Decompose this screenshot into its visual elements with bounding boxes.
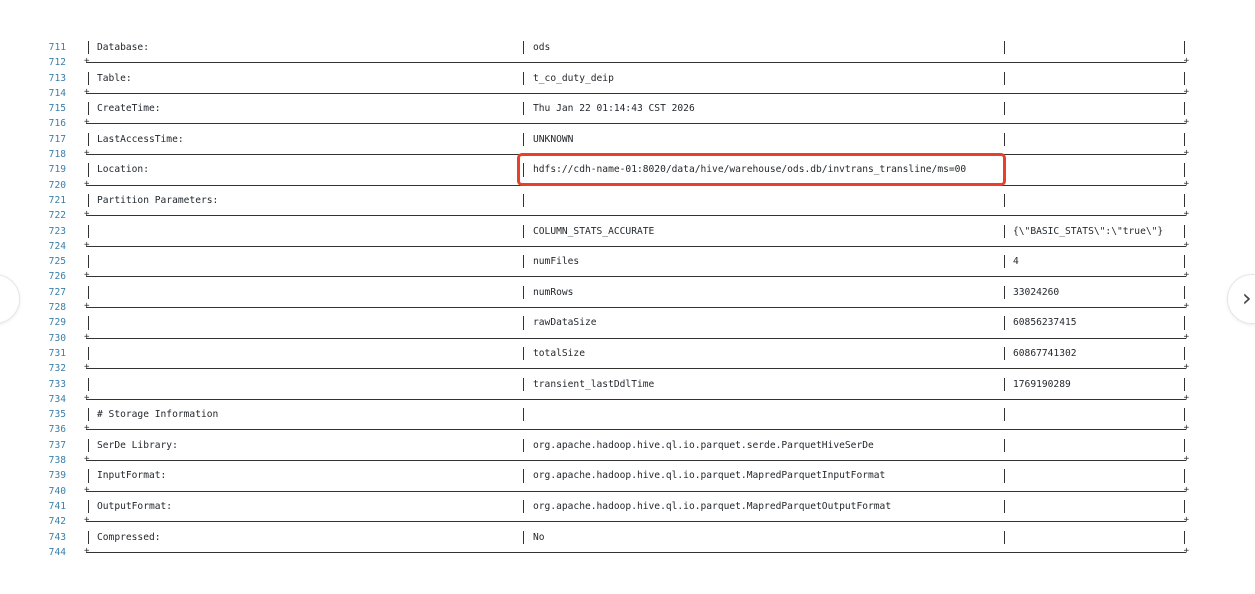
separator-row: 734 xyxy=(0,391,1255,407)
table-row: 731 totalSize 60867741302 xyxy=(0,346,1255,361)
line-number: 741 xyxy=(48,500,66,512)
row-extra: 60867741302 xyxy=(1013,347,1077,359)
table-row: 733 transient_lastDdlTime 1769190289 xyxy=(0,377,1255,392)
separator-row: 722 xyxy=(0,207,1255,223)
chevron-right-icon: › xyxy=(1242,284,1252,312)
row-key: SerDe Library: xyxy=(97,439,178,451)
row-key: Table: xyxy=(97,72,132,84)
table-row: 717 LastAccessTime: UNKNOWN xyxy=(0,132,1255,147)
row-key: CreateTime: xyxy=(97,103,161,115)
row-value: ods xyxy=(533,42,551,53)
row-value: t_co_duty_deip xyxy=(533,72,614,84)
row-value: rawDataSize xyxy=(533,317,597,329)
line-number: 735 xyxy=(48,409,66,421)
separator-row: 728 xyxy=(0,299,1255,315)
separator-row: 718 xyxy=(0,146,1255,162)
line-number: 739 xyxy=(48,470,66,482)
row-value: org.apache.hadoop.hive.ql.io.parquet.Map… xyxy=(533,470,886,482)
row-value: org.apache.hadoop.hive.ql.io.parquet.ser… xyxy=(533,439,874,451)
line-number: 715 xyxy=(48,103,66,115)
line-number: 724 xyxy=(48,240,66,252)
table-row: 737 SerDe Library: org.apache.hadoop.hive.… xyxy=(0,438,1255,453)
table-row: 721 Partition Parameters: xyxy=(0,193,1255,208)
line-number: 722 xyxy=(48,210,66,222)
separator-row: 730 xyxy=(0,330,1255,346)
row-value: transient_lastDdlTime xyxy=(533,378,655,390)
line-number: 714 xyxy=(48,87,66,99)
row-value: No xyxy=(533,531,545,543)
row-key: Database: xyxy=(97,42,149,53)
row-value: org.apache.hadoop.hive.ql.io.parquet.Map… xyxy=(533,500,892,512)
line-number: 720 xyxy=(48,179,66,191)
line-number: 711 xyxy=(48,42,66,53)
line-number: 737 xyxy=(48,439,66,451)
separator-row: 742 xyxy=(0,513,1255,529)
line-number: 733 xyxy=(48,378,66,390)
separator-row: 738 xyxy=(0,452,1255,468)
row-key: LastAccessTime: xyxy=(97,133,184,145)
table-row: 715 CreateTime: Thu Jan 22 01:14:43 CST 20… xyxy=(0,101,1255,116)
row-extra: {\"BASIC_STATS\":\"true\"} xyxy=(1013,225,1164,237)
line-number: 744 xyxy=(48,546,66,558)
row-key: # Storage Information xyxy=(97,409,219,421)
table-row: 719 Location: hdfs://cdh-name-01:8020/data… xyxy=(0,162,1255,177)
line-number: 713 xyxy=(48,72,66,84)
code-block: 711 Database: ods 712 713 Table: t_co_duty_d… xyxy=(0,40,1255,560)
table-row: 735 # Storage Information xyxy=(0,407,1255,422)
separator-row: 744 xyxy=(0,544,1255,560)
table-row: 711 Database: ods xyxy=(0,40,1255,55)
separator-row: 716 xyxy=(0,115,1255,131)
separator-row: 732 xyxy=(0,360,1255,376)
row-key: OutputFormat: xyxy=(97,500,173,512)
line-number: 716 xyxy=(48,118,66,130)
row-key: Partition Parameters: xyxy=(97,194,219,206)
line-number: 718 xyxy=(48,149,66,161)
line-number: 734 xyxy=(48,393,66,405)
line-number: 721 xyxy=(48,194,66,206)
line-number: 740 xyxy=(48,485,66,497)
line-number: 731 xyxy=(48,347,66,359)
row-value: Thu Jan 22 01:14:43 CST 2026 xyxy=(533,103,695,115)
row-value: UNKNOWN xyxy=(533,133,574,145)
table-row: 723 COLUMN_STATS_ACCURATE {\"BASIC_STATS\"… xyxy=(0,224,1255,239)
row-key: Location: xyxy=(97,164,149,176)
location-value: hdfs://cdh-name-01:8020/data/hive/wareho… xyxy=(533,164,967,176)
line-number: 725 xyxy=(48,256,66,268)
line-number: 732 xyxy=(48,363,66,375)
row-extra: 33024260 xyxy=(1013,286,1060,298)
separator-row: 736 xyxy=(0,421,1255,437)
table-row: 729 rawDataSize 60856237415 xyxy=(0,315,1255,330)
separator-row: 740 xyxy=(0,483,1255,499)
line-number: 717 xyxy=(48,133,66,145)
row-extra: 60856237415 xyxy=(1013,317,1077,329)
row-value: COLUMN_STATS_ACCURATE xyxy=(533,225,655,237)
line-number: 736 xyxy=(48,424,66,436)
table-row: 741 OutputFormat: org.apache.hadoop.hive.q… xyxy=(0,499,1255,514)
row-key: InputFormat: xyxy=(97,470,167,482)
table-row: 713 Table: t_co_duty_deip xyxy=(0,71,1255,86)
separator-row: 720 xyxy=(0,177,1255,193)
separator-row: 726 xyxy=(0,268,1255,284)
row-extra: 4 xyxy=(1013,256,1019,268)
table-row: 739 InputFormat: org.apache.hadoop.hive.ql… xyxy=(0,468,1255,483)
separator-row: 712 xyxy=(0,54,1255,70)
row-value: numFiles xyxy=(533,256,580,268)
line-number: 723 xyxy=(48,225,66,237)
table-row: 727 numRows 33024260 xyxy=(0,285,1255,300)
line-number: 738 xyxy=(48,455,66,467)
table-row: 743 Compressed: No xyxy=(0,530,1255,545)
row-extra: 1769190289 xyxy=(1013,378,1071,390)
row-value: totalSize xyxy=(533,347,585,359)
line-number: 742 xyxy=(48,516,66,528)
table-row: 725 numFiles 4 xyxy=(0,254,1255,269)
row-value: numRows xyxy=(533,286,574,298)
line-number: 719 xyxy=(48,164,66,176)
separator-row: 714 xyxy=(0,85,1255,101)
line-number: 743 xyxy=(48,531,66,543)
line-number: 730 xyxy=(48,332,66,344)
row-key: Compressed: xyxy=(97,531,161,543)
separator-row: 724 xyxy=(0,238,1255,254)
line-number: 712 xyxy=(48,57,66,69)
